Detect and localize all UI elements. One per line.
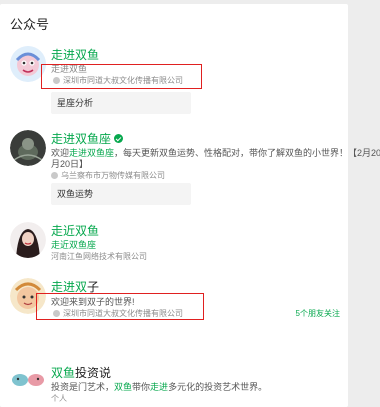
highlight-box [36,293,204,320]
service-pill[interactable]: 星座分析 [51,92,191,114]
service-pill[interactable]: 双鱼运势 [51,183,191,205]
company-dot-icon [51,172,58,179]
verified-check-icon [114,134,124,143]
highlight-box [41,64,202,89]
account-desc: 欢迎走进双鱼座，每天更新双鱼运势、性格配对，带你了解双鱼的小世界！【2月20日-… [51,148,380,158]
account-name[interactable]: 走进双鱼 [51,46,99,63]
account-name[interactable]: 双鱼投资说 [51,364,111,381]
section-title: 公众号 [10,17,50,32]
account-type: 个人 [51,394,67,403]
account-name[interactable]: 走近双鱼 [51,222,99,239]
account-item[interactable]: 走进双鱼座 欢迎走进双鱼座，每天更新双鱼运势、性格配对，带你了解双鱼的小世界！【… [0,124,380,212]
account-avatar [10,362,46,398]
account-item[interactable]: 走近双鱼 走近双鱼座 河南江鱼网络技术有限公司 [0,214,348,272]
friends-follow-count: 5个朋友关注 [295,309,340,318]
account-desc: 投资是门艺术，双鱼带你走进多元化的投资艺术世界。 [51,382,268,392]
account-item[interactable]: 双鱼投资说 投资是门艺术，双鱼带你走进多元化的投资艺术世界。 个人 [0,356,348,406]
account-desc: 走近双鱼座 [51,240,97,250]
official-accounts-panel: 公众号 走进双鱼 走进双鱼 深圳市同道大叔文化传播有限公司 星座分析 走进双鱼座… [0,4,380,407]
account-company: 河南江鱼网络技术有限公司 [51,252,147,261]
account-name[interactable]: 走进双鱼座 [51,130,124,147]
account-company: 乌兰察布市万物传媒有限公司 [51,170,165,181]
account-avatar [10,130,46,166]
account-desc-line2: 月20日】 [51,159,89,169]
account-avatar [10,222,46,258]
